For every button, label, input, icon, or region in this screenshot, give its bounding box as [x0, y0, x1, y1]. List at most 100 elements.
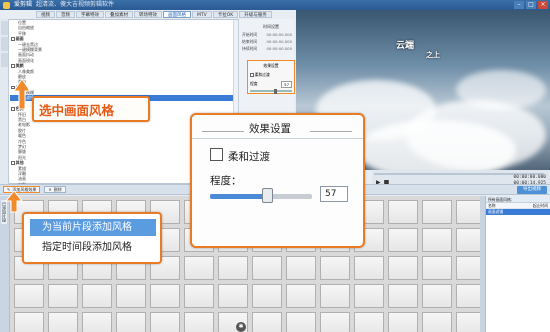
clip-thumbnail[interactable]	[82, 312, 112, 332]
clip-thumbnail[interactable]	[422, 256, 452, 280]
tab-karaoke[interactable]: 卡拉OK	[212, 11, 239, 18]
clip-thumbnail[interactable]	[320, 312, 350, 332]
clip-thumbnail[interactable]	[184, 284, 214, 308]
duration-label: 持续时间	[242, 46, 258, 51]
tree-label: 暖色	[18, 133, 26, 139]
tree-label: 老电影	[18, 122, 30, 128]
clip-thumbnail[interactable]	[48, 284, 78, 308]
clip-thumbnail[interactable]	[422, 284, 452, 308]
clip-thumbnail[interactable]	[252, 312, 282, 332]
degree-value-input[interactable]: 57	[320, 186, 348, 202]
params-header: 时间设置	[263, 24, 279, 29]
clip-thumbnail[interactable]	[354, 284, 384, 308]
tab-video[interactable]: 视频	[36, 11, 55, 18]
clip-thumbnail[interactable]	[422, 228, 452, 252]
clip-thumbnail[interactable]	[150, 312, 180, 332]
clip-thumbnail[interactable]	[320, 256, 350, 280]
clip-thumbnail[interactable]	[150, 284, 180, 308]
clip-thumbnail[interactable]	[388, 284, 418, 308]
clip-thumbnail[interactable]	[218, 284, 248, 308]
tab-style[interactable]: 画面风格	[163, 11, 191, 18]
clip-thumbnail[interactable]	[320, 284, 350, 308]
start-value[interactable]: 00:00:00.000	[266, 32, 292, 37]
delete-label: 删除	[53, 187, 62, 192]
tree-group-checkbox[interactable]	[11, 64, 15, 68]
mini-degree-row: 程度 57	[250, 81, 292, 88]
feature-tabs: 视频 音频 字幕特效 叠加素材 转场特效 画面风格 MTV 卡拉OK 升级与服务	[36, 11, 272, 18]
clip-thumbnail[interactable]	[184, 256, 214, 280]
clip-thumbnail[interactable]	[218, 256, 248, 280]
clip-thumbnail[interactable]	[388, 256, 418, 280]
clip-thumbnail[interactable]	[286, 256, 316, 280]
category-button[interactable]	[1, 37, 8, 51]
mini-degree-value[interactable]: 57	[281, 81, 292, 88]
tab-upgrade[interactable]: 升级与服务	[239, 11, 272, 18]
start-time-row: 开始时间 00:00:00.000	[242, 32, 292, 38]
current-time: 00:00:00.000	[513, 175, 546, 180]
mini-degree-label: 程度	[250, 81, 258, 86]
fx-header-line-left	[202, 131, 244, 132]
clip-thumbnail[interactable]	[456, 200, 480, 224]
callout-select-style: 选中画面风格	[32, 96, 150, 122]
app-logo-icon	[3, 1, 10, 9]
tree-label: 画面抖动	[18, 52, 34, 58]
callout-effect-settings: 效果设置 柔和过渡 程度： 57	[190, 113, 365, 248]
degree-slider-thumb[interactable]	[262, 188, 274, 203]
clip-thumbnail[interactable]	[388, 228, 418, 252]
maximize-button[interactable]: □	[526, 1, 536, 9]
tab-overlay[interactable]: 叠加素材	[105, 11, 133, 18]
clip-thumbnail[interactable]	[252, 256, 282, 280]
clip-thumbnail[interactable]	[14, 312, 44, 332]
close-button[interactable]: ×	[538, 1, 548, 9]
fx-title: 效果设置	[249, 123, 291, 135]
clip-thumbnail[interactable]	[14, 284, 44, 308]
clip-thumbnail[interactable]	[184, 312, 214, 332]
app-title: 爱剪辑	[14, 1, 33, 8]
tab-mtv[interactable]: MTV	[192, 11, 212, 18]
clip-thumbnail[interactable]	[456, 228, 480, 252]
category-button[interactable]	[1, 21, 8, 35]
clip-thumbnail[interactable]	[116, 284, 146, 308]
clip-thumbnail[interactable]	[252, 284, 282, 308]
tab-transition[interactable]: 转场特效	[134, 11, 162, 18]
app-subtitle: 超清流、傻大吉视频剪辑软件	[36, 1, 115, 8]
add-to-current-clip-option[interactable]: 为当前片段添加风格	[30, 219, 156, 236]
minimize-button[interactable]: –	[514, 1, 524, 9]
clip-thumbnail[interactable]	[422, 312, 452, 332]
add-to-time-range-option[interactable]: 指定时间段添加风格	[30, 239, 156, 256]
clip-thumbnail[interactable]	[116, 312, 146, 332]
tree-group-checkbox[interactable]	[11, 161, 15, 165]
col-name: 名称	[488, 203, 496, 208]
delete-button[interactable]: ✕ 删除	[44, 186, 66, 193]
category-button[interactable]	[1, 53, 8, 67]
clip-thumbnail[interactable]	[354, 256, 384, 280]
duration-value[interactable]: 00:00:00.000	[266, 46, 292, 51]
tab-subtitle[interactable]: 字幕特效	[76, 11, 104, 18]
soft-transition-checkbox[interactable]	[210, 148, 223, 161]
mini-soft-label: 柔和过渡	[254, 72, 270, 77]
clip-thumbnail[interactable]	[388, 312, 418, 332]
clip-thumbnail[interactable]	[456, 284, 480, 308]
end-value[interactable]: 00:00:00.000	[266, 39, 292, 44]
clip-thumbnail[interactable]	[48, 312, 78, 332]
mini-soft-checkbox[interactable]	[250, 73, 254, 77]
clip-thumbnail[interactable]	[354, 312, 384, 332]
clip-thumbnail[interactable]	[456, 256, 480, 280]
clip-thumbnail[interactable]	[456, 312, 480, 332]
clip-thumbnail[interactable]	[286, 284, 316, 308]
tree-label: 冷色	[18, 138, 26, 144]
clip-thumbnail[interactable]	[388, 200, 418, 224]
degree-label: 程度：	[210, 175, 242, 187]
tree-group-checkbox[interactable]	[11, 37, 15, 41]
applied-style-row[interactable]: 画面滤镜	[486, 209, 550, 215]
clip-thumbnail[interactable]	[422, 200, 452, 224]
mini-degree-slider[interactable]	[250, 88, 292, 94]
settings-icon[interactable]: ✱	[236, 322, 246, 332]
clip-thumbnail[interactable]	[82, 284, 112, 308]
tree-label: 画面	[15, 36, 24, 42]
tab-audio[interactable]: 音频	[56, 11, 75, 18]
export-video-button[interactable]: 导出视频	[517, 185, 547, 194]
applied-styles-title: 所有画面风格：	[486, 196, 550, 203]
clip-thumbnail[interactable]	[286, 312, 316, 332]
category-strip	[0, 19, 9, 184]
